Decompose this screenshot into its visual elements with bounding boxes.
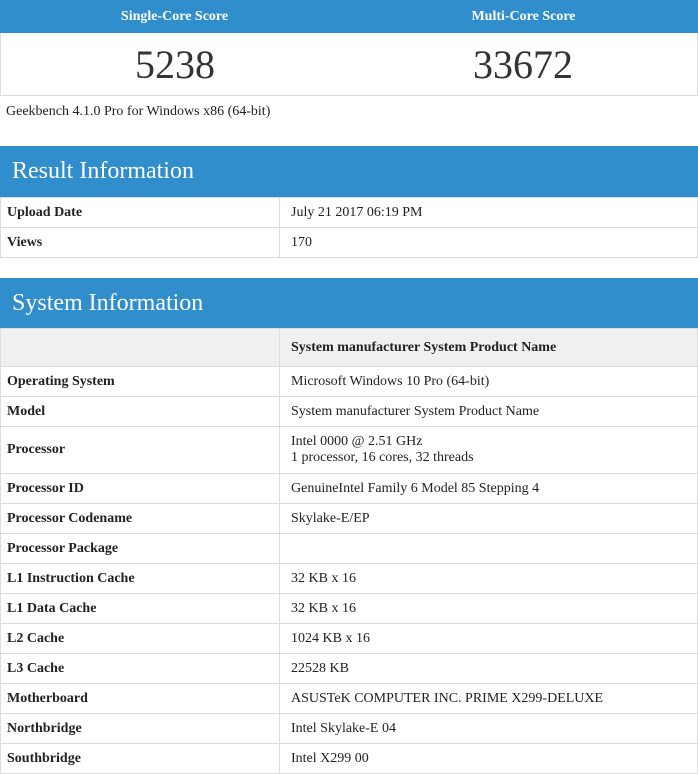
model-value: System manufacturer System Product Name — [279, 396, 698, 427]
southbridge-label: Southbridge — [0, 743, 280, 774]
table-row: L3 Cache 22528 KB — [0, 653, 698, 684]
southbridge-value: Intel X299 00 — [279, 743, 698, 774]
processor-codename-label: Processor Codename — [0, 503, 280, 534]
motherboard-value: ASUSTeK COMPUTER INC. PRIME X299-DELUXE — [279, 683, 698, 714]
score-values: 5238 33672 — [0, 33, 698, 96]
multi-core-score-value: 33672 — [473, 42, 573, 87]
table-row: L1 Instruction Cache 32 KB x 16 — [0, 563, 698, 594]
operating-system-value: Microsoft Windows 10 Pro (64-bit) — [279, 366, 698, 397]
l2-cache-label: L2 Cache — [0, 623, 280, 654]
header-empty-cell — [0, 328, 280, 367]
processor-package-label: Processor Package — [0, 533, 280, 564]
l3-cache-value: 22528 KB — [279, 653, 698, 684]
result-information-table: Upload Date July 21 2017 06:19 PM Views … — [0, 197, 698, 258]
l1-instruction-cache-label: L1 Instruction Cache — [0, 563, 280, 594]
model-label: Model — [0, 396, 280, 427]
table-header-row: System manufacturer System Product Name — [0, 328, 698, 367]
table-row: L1 Data Cache 32 KB x 16 — [0, 593, 698, 624]
table-row: Model System manufacturer System Product… — [0, 396, 698, 427]
l1-instruction-cache-value: 32 KB x 16 — [279, 563, 698, 594]
score-header: Single-Core Score Multi-Core Score — [0, 0, 698, 33]
processor-label: Processor — [0, 426, 280, 474]
l1-data-cache-label: L1 Data Cache — [0, 593, 280, 624]
northbridge-label: Northbridge — [0, 713, 280, 744]
processor-codename-value: Skylake-E/EP — [279, 503, 698, 534]
table-row: Processor ID GenuineIntel Family 6 Model… — [0, 473, 698, 504]
table-row: Northbridge Intel Skylake-E 04 — [0, 713, 698, 744]
single-core-score-value: 5238 — [135, 42, 215, 87]
motherboard-label: Motherboard — [0, 683, 280, 714]
table-row: Processor Package — [0, 533, 698, 564]
l1-data-cache-value: 32 KB x 16 — [279, 593, 698, 624]
views-value: 170 — [279, 227, 698, 258]
score-table: Single-Core Score Multi-Core Score 5238 … — [0, 0, 698, 96]
single-core-score-label: Single-Core Score — [120, 9, 229, 24]
result-information-header: Result Information — [0, 146, 698, 197]
table-row: Operating System Microsoft Windows 10 Pr… — [0, 366, 698, 397]
processor-id-value: GenuineIntel Family 6 Model 85 Stepping … — [279, 473, 698, 504]
table-row: Southbridge Intel X299 00 — [0, 743, 698, 774]
l2-cache-value: 1024 KB x 16 — [279, 623, 698, 654]
benchmark-version: Geekbench 4.1.0 Pro for Windows x86 (64-… — [6, 104, 271, 119]
processor-value: Intel 0000 @ 2.51 GHz 1 processor, 16 co… — [279, 426, 698, 474]
table-row: Upload Date July 21 2017 06:19 PM — [0, 197, 698, 228]
system-information-table: System manufacturer System Product Name … — [0, 328, 698, 774]
table-row: Processor Codename Skylake-E/EP — [0, 503, 698, 534]
table-row: L2 Cache 1024 KB x 16 — [0, 623, 698, 654]
northbridge-value: Intel Skylake-E 04 — [279, 713, 698, 744]
table-row: Processor Intel 0000 @ 2.51 GHz 1 proces… — [0, 426, 698, 474]
multi-core-score-label: Multi-Core Score — [471, 9, 576, 24]
processor-topology: 1 processor, 16 cores, 32 threads — [291, 450, 474, 465]
views-label: Views — [0, 227, 280, 258]
operating-system-label: Operating System — [0, 366, 280, 397]
table-row: Views 170 — [0, 227, 698, 258]
l3-cache-label: L3 Cache — [0, 653, 280, 684]
upload-date-label: Upload Date — [0, 197, 280, 228]
processor-package-value — [279, 533, 698, 564]
upload-date-value: July 21 2017 06:19 PM — [279, 197, 698, 228]
processor-model: Intel 0000 @ 2.51 GHz — [291, 434, 423, 449]
table-row: Motherboard ASUSTeK COMPUTER INC. PRIME … — [0, 683, 698, 714]
system-name-header: System manufacturer System Product Name — [279, 328, 698, 367]
system-information-header: System Information — [0, 278, 698, 328]
processor-id-label: Processor ID — [0, 473, 280, 504]
